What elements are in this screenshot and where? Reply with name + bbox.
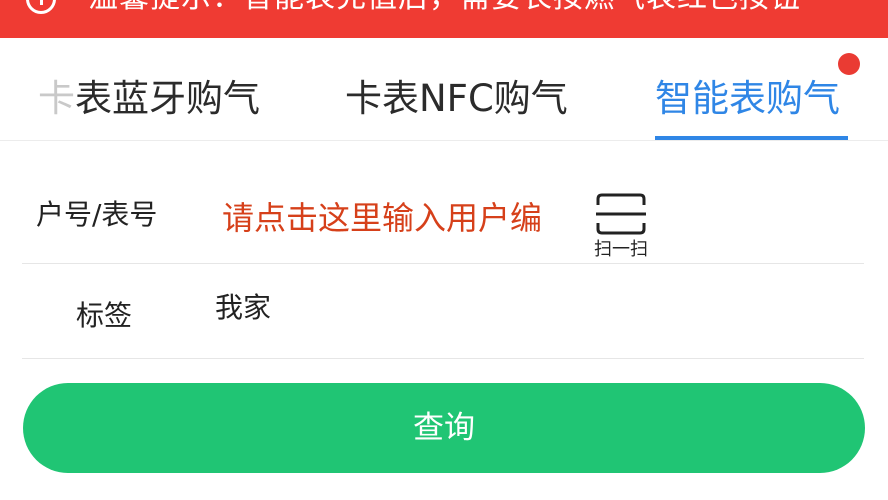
query-button[interactable]: 查询 [23,383,865,473]
query-form: 户号/表号 请点击这里输入用户编 扫一扫 标签 我家 查询 [0,141,888,500]
tab-card-bluetooth[interactable]: 卡表蓝牙购气 [38,68,260,122]
tab-label: 表蓝牙购气 [75,77,260,120]
scan-button[interactable]: 扫一扫 [588,191,654,265]
divider [22,263,864,264]
tab-label-faded: 卡 [38,77,75,120]
tab-card-nfc[interactable]: 卡表NFC购气 [345,68,568,122]
scan-label: 扫一扫 [594,239,648,260]
alert-icon [26,0,56,14]
account-input[interactable]: 请点击这里输入用户编 [222,193,542,239]
tab-smart-meter[interactable]: 智能表购气 [655,68,840,122]
account-label: 户号/表号 [36,198,158,231]
tag-label: 标签 [76,299,133,332]
active-tab-indicator [655,136,848,140]
scan-icon [596,193,646,235]
notification-dot [838,53,860,75]
tag-input[interactable]: 我家 [215,286,271,326]
divider [22,358,864,359]
notice-banner[interactable]: 温馨提示：智能表充值后，需要长按燃气表红色按钮 [0,0,888,38]
tab-bar: 卡表蓝牙购气 卡表NFC购气 智能表购气 [0,38,888,141]
notice-text: 温馨提示：智能表充值后，需要长按燃气表红色按钮 [88,0,801,18]
